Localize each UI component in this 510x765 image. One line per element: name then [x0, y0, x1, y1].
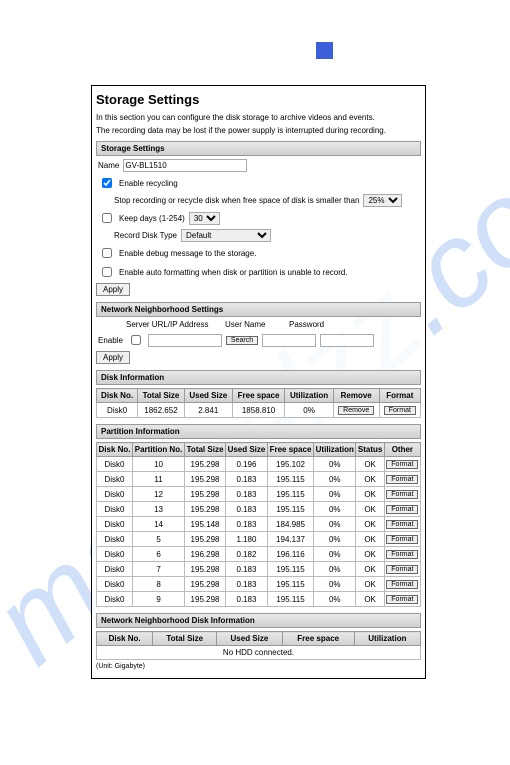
- keep-days-checkbox[interactable]: [102, 213, 112, 223]
- stop-threshold-select[interactable]: 25%: [363, 194, 402, 207]
- format-button[interactable]: Format: [386, 550, 418, 559]
- nn-empty: No HDD connected.: [97, 646, 421, 660]
- col-header: Total Size: [185, 443, 226, 457]
- intro-1: In this section you can configure the di…: [96, 113, 421, 122]
- section-disk-info: Disk Information: [96, 370, 421, 385]
- col-header: Utilization: [314, 443, 356, 457]
- format-button[interactable]: Format: [386, 520, 418, 529]
- col-header: Used Size: [217, 632, 283, 646]
- server-url-input[interactable]: [148, 334, 222, 347]
- table-row: Disk01862.6522.8411858.8100%RemoveFormat: [97, 403, 421, 418]
- table-row: Disk09195.2980.183195.1150%OKFormat: [97, 592, 421, 607]
- format-button[interactable]: Format: [384, 406, 416, 415]
- name-label: Name: [98, 161, 119, 170]
- blue-square-icon: [316, 42, 333, 59]
- search-button[interactable]: Search: [226, 336, 258, 345]
- apply-button-2[interactable]: Apply: [96, 351, 130, 364]
- format-button[interactable]: Format: [386, 490, 418, 499]
- nn-table: Disk No.Total SizeUsed SizeFree spaceUti…: [96, 631, 421, 660]
- password-label: Password: [289, 320, 324, 329]
- recycling-checkbox[interactable]: [102, 178, 112, 188]
- recycling-label: Enable recycling: [119, 179, 178, 188]
- enable-label: Enable: [98, 336, 123, 345]
- enable-network-checkbox[interactable]: [131, 335, 141, 345]
- remove-button[interactable]: Remove: [338, 406, 374, 415]
- username-label: User Name: [225, 320, 285, 329]
- col-header: Total Size: [153, 632, 217, 646]
- col-header: Total Size: [138, 389, 185, 403]
- col-header: Utilization: [354, 632, 420, 646]
- debug-label: Enable debug message to the storage.: [119, 249, 256, 258]
- username-input[interactable]: [262, 334, 316, 347]
- table-row: Disk07195.2980.183195.1150%OKFormat: [97, 562, 421, 577]
- partition-table: Disk No.Partition No.Total SizeUsed Size…: [96, 442, 421, 607]
- record-type-select[interactable]: Default: [181, 229, 271, 242]
- col-header: Other: [384, 443, 420, 457]
- table-row: Disk06196.2980.182196.1160%OKFormat: [97, 547, 421, 562]
- col-header: Free space: [282, 632, 354, 646]
- col-header: Used Size: [184, 389, 232, 403]
- unit-note: (Unit: Gigabyte): [96, 663, 421, 670]
- format-button[interactable]: Format: [386, 535, 418, 544]
- table-row: Disk05195.2981.180194.1370%OKFormat: [97, 532, 421, 547]
- col-header: Disk No.: [97, 389, 138, 403]
- record-type-label: Record Disk Type: [114, 231, 177, 240]
- section-storage: Storage Settings: [96, 141, 421, 156]
- keep-days-select[interactable]: 30: [189, 212, 220, 225]
- col-header: Status: [356, 443, 384, 457]
- table-row: Disk010195.2980.196195.1020%OKFormat: [97, 457, 421, 472]
- section-network: Network Neighborhood Settings: [96, 302, 421, 317]
- col-header: Utilization: [285, 389, 333, 403]
- col-header: Free space: [267, 443, 313, 457]
- stop-recording-label: Stop recording or recycle disk when free…: [114, 196, 359, 205]
- disk-table: Disk No.Total SizeUsed SizeFree spaceUti…: [96, 388, 421, 418]
- format-button[interactable]: Format: [386, 460, 418, 469]
- table-row: Disk08195.2980.183195.1150%OKFormat: [97, 577, 421, 592]
- table-row: Disk011195.2980.183195.1150%OKFormat: [97, 472, 421, 487]
- col-header: Format: [379, 389, 420, 403]
- apply-button-1[interactable]: Apply: [96, 283, 130, 296]
- col-header: Free space: [232, 389, 285, 403]
- col-header: Used Size: [225, 443, 267, 457]
- col-header: Remove: [333, 389, 379, 403]
- format-button[interactable]: Format: [386, 505, 418, 514]
- page-title: Storage Settings: [96, 92, 421, 107]
- keep-days-label: Keep days (1-254): [119, 214, 185, 223]
- name-input[interactable]: [123, 159, 247, 172]
- section-nn-disk: Network Neighborhood Disk Information: [96, 613, 421, 628]
- format-button[interactable]: Format: [386, 580, 418, 589]
- format-button[interactable]: Format: [386, 595, 418, 604]
- table-row: Disk013195.2980.183195.1150%OKFormat: [97, 502, 421, 517]
- debug-checkbox[interactable]: [102, 248, 112, 258]
- autoformat-label: Enable auto formatting when disk or part…: [119, 268, 348, 277]
- col-header: Disk No.: [97, 443, 133, 457]
- table-row: Disk012195.2980.183195.1150%OKFormat: [97, 487, 421, 502]
- section-partition: Partition Information: [96, 424, 421, 439]
- storage-panel: Storage Settings In this section you can…: [91, 85, 426, 679]
- server-url-label: Server URL/IP Address: [126, 320, 221, 329]
- col-header: Disk No.: [97, 632, 153, 646]
- autoformat-checkbox[interactable]: [102, 267, 112, 277]
- format-button[interactable]: Format: [386, 475, 418, 484]
- password-input[interactable]: [320, 334, 374, 347]
- table-row: Disk014195.1480.183184.9850%OKFormat: [97, 517, 421, 532]
- intro-2: The recording data may be lost if the po…: [96, 126, 421, 135]
- format-button[interactable]: Format: [386, 565, 418, 574]
- col-header: Partition No.: [133, 443, 185, 457]
